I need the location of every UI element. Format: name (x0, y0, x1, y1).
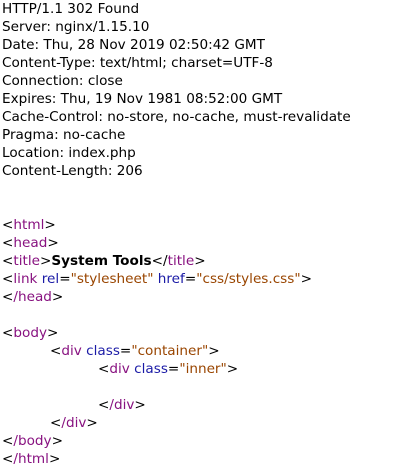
source-line-head-close: </head> (2, 289, 64, 305)
header-line-status: HTTP/1.1 302 Found (2, 1, 140, 17)
tag-name: /div (61, 415, 87, 431)
source-line-title: <title>System Tools</title> (2, 253, 206, 269)
header-line-expires: Expires: Thu, 19 Nov 1981 08:52:00 GMT (2, 91, 283, 107)
tag-name: link (13, 271, 38, 287)
source-line-html-close: </html> (2, 451, 61, 467)
attribute-name: class (86, 343, 120, 359)
tag-name: /html (13, 451, 49, 467)
tag-name: body (13, 325, 48, 341)
tag-name: div (61, 343, 82, 359)
header-line-content-type: Content-Type: text/html; charset=UTF-8 (2, 55, 273, 71)
source-line-head-open: <head> (2, 235, 59, 251)
source-line-div-container: <div class="container"> (50, 343, 220, 359)
tag-name: div (109, 361, 130, 377)
header-line-connection: Connection: close (2, 73, 123, 89)
tag-name: /body (13, 433, 52, 449)
source-line-body-close: </body> (2, 433, 63, 449)
attribute-value: "container" (131, 343, 209, 359)
source-line-html-open: <html> (2, 217, 56, 233)
source-line-link: <link rel="stylesheet" href="css/styles.… (2, 271, 312, 287)
header-line-pragma: Pragma: no-cache (2, 127, 126, 143)
response-viewer: HTTP/1.1 302 Found Server: nginx/1.15.10 D… (0, 0, 407, 475)
tag-name: html (13, 217, 45, 233)
source-line-body-open: <body> (2, 325, 59, 341)
attribute-value: "inner" (179, 361, 227, 377)
header-line-server: Server: nginx/1.15.10 (2, 19, 150, 35)
tag-name: title (13, 253, 40, 269)
page-title-text: System Tools (51, 253, 152, 269)
header-line-cache-control: Cache-Control: no-store, no-cache, must-… (2, 109, 351, 125)
header-line-location: Location: index.php (2, 145, 136, 161)
source-line-div-inner: <div class="inner"> (98, 361, 239, 377)
source-line-div-container-close: </div> (50, 415, 98, 431)
source-line-div-inner-close: </div> (98, 397, 146, 413)
tag-name: title (167, 253, 195, 269)
tag-name: /div (109, 397, 135, 413)
tag-name: /head (13, 289, 52, 305)
stylesheet-link[interactable]: "css/styles.css" (196, 271, 300, 287)
header-line-content-length: Content-Length: 206 (2, 163, 143, 179)
attribute-value: "stylesheet" (70, 271, 154, 287)
header-line-date: Date: Thu, 28 Nov 2019 02:50:42 GMT (2, 37, 265, 53)
attribute-name: rel (41, 271, 60, 287)
tag-name: head (13, 235, 48, 251)
attribute-name: href (157, 271, 185, 287)
attribute-name: class (134, 361, 168, 377)
